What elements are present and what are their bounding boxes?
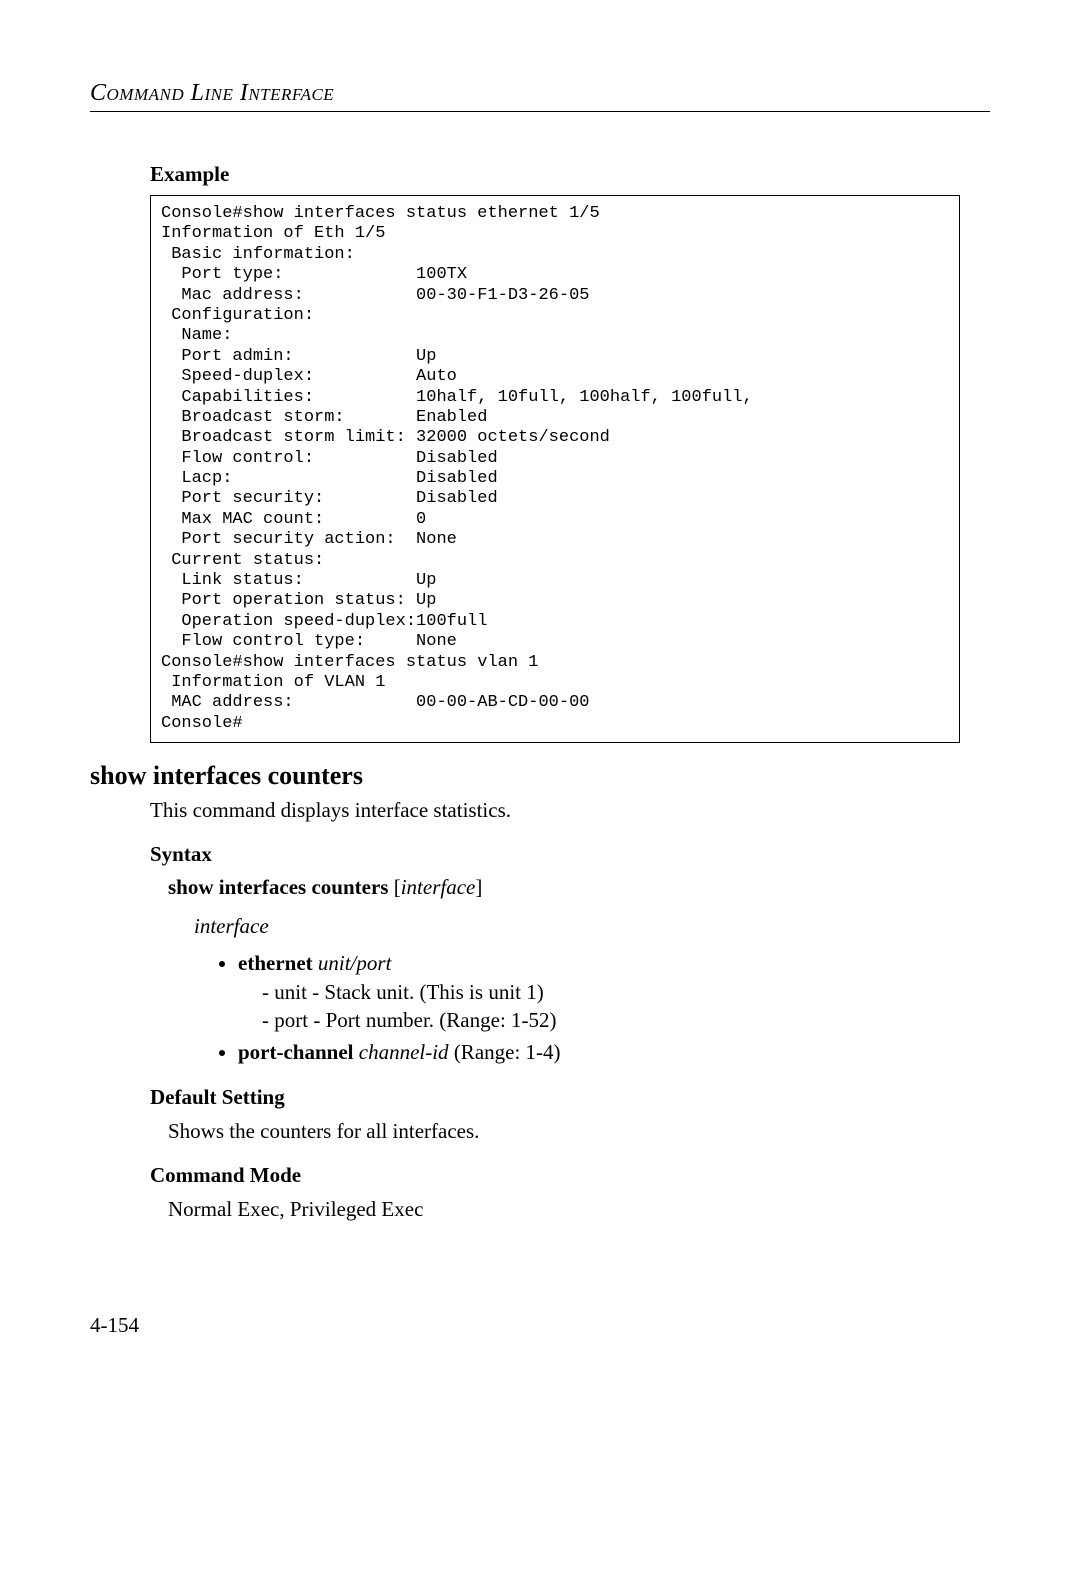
syntax-bracket-close: ] (475, 875, 482, 899)
page-number: 4-154 (90, 1313, 990, 1338)
syntax-bullet-list: ethernet unit/port - unit - Stack unit. … (90, 949, 990, 1066)
portchannel-range: (Range: 1-4) (449, 1040, 561, 1064)
default-setting-heading: Default Setting (150, 1085, 960, 1110)
header-rule (90, 111, 990, 112)
ethernet-port-line: - port - Port number. (Range: 1-52) (262, 1006, 990, 1034)
interface-word: interface (194, 914, 990, 939)
command-mode-heading: Command Mode (150, 1163, 960, 1188)
syntax-bullet-ethernet: ethernet unit/port - unit - Stack unit. … (238, 949, 990, 1034)
portchannel-keyword: port-channel (238, 1040, 354, 1064)
ethernet-keyword: ethernet (238, 951, 313, 975)
command-description: This command displays interface statisti… (150, 797, 990, 824)
syntax-bracket-open: [ (388, 875, 400, 899)
portchannel-param: channel-id (354, 1040, 449, 1064)
ethernet-unit-line: - unit - Stack unit. (This is unit 1) (262, 978, 990, 1006)
example-heading: Example (150, 162, 960, 187)
syntax-command-bold: show interfaces counters (168, 875, 388, 899)
command-title: show interfaces counters (90, 761, 990, 791)
syntax-usage-line: show interfaces counters [interface] (168, 875, 990, 900)
page-header-title: Command Line Interface (90, 80, 990, 107)
example-code-block: Console#show interfaces status ethernet … (150, 195, 960, 743)
syntax-param: interface (401, 875, 476, 899)
default-setting-text: Shows the counters for all interfaces. (168, 1118, 990, 1145)
command-mode-text: Normal Exec, Privileged Exec (168, 1196, 990, 1223)
syntax-bullet-portchannel: port-channel channel-id (Range: 1-4) (238, 1038, 990, 1066)
ethernet-params: unit/port (313, 951, 392, 975)
syntax-heading: Syntax (150, 842, 960, 867)
